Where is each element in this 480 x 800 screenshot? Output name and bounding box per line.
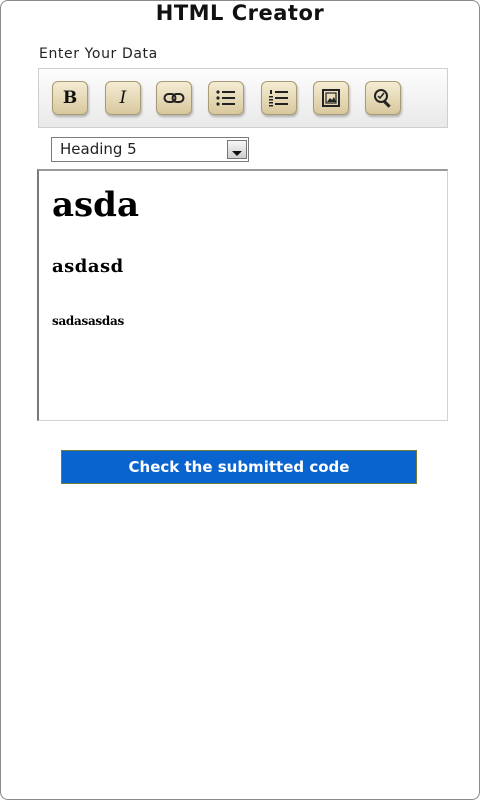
bold-button[interactable]: B (52, 81, 88, 115)
bold-icon: B (62, 88, 78, 108)
bulleted-list-icon (216, 90, 235, 106)
link-button[interactable] (156, 81, 192, 115)
numbered-list-button[interactable] (261, 81, 297, 115)
bulleted-list-button[interactable] (208, 81, 244, 115)
image-icon (322, 89, 340, 107)
format-select[interactable]: Heading 5 (51, 137, 249, 162)
editor-heading-3: asdasd (52, 256, 124, 277)
italic-button[interactable]: I (105, 81, 141, 115)
check-code-button[interactable]: Check the submitted code (61, 450, 417, 484)
numbered-list-icon (269, 90, 288, 107)
app-title: HTML Creator (155, 1, 325, 25)
preview-button[interactable] (365, 81, 401, 115)
editor-heading-5: sadasasdas (52, 314, 124, 328)
rich-text-editor[interactable]: asda asdasd sadasasdas (37, 169, 448, 421)
italic-icon: I (119, 88, 127, 108)
insert-image-button[interactable] (313, 81, 349, 115)
link-icon (163, 93, 185, 103)
enter-data-label: Enter Your Data (39, 46, 158, 62)
chevron-down-icon[interactable] (227, 140, 247, 159)
editor-heading-1: asda (52, 185, 139, 225)
format-select-value: Heading 5 (60, 140, 137, 158)
search-icon (374, 89, 391, 108)
editor-toolbar: B I (38, 68, 448, 128)
